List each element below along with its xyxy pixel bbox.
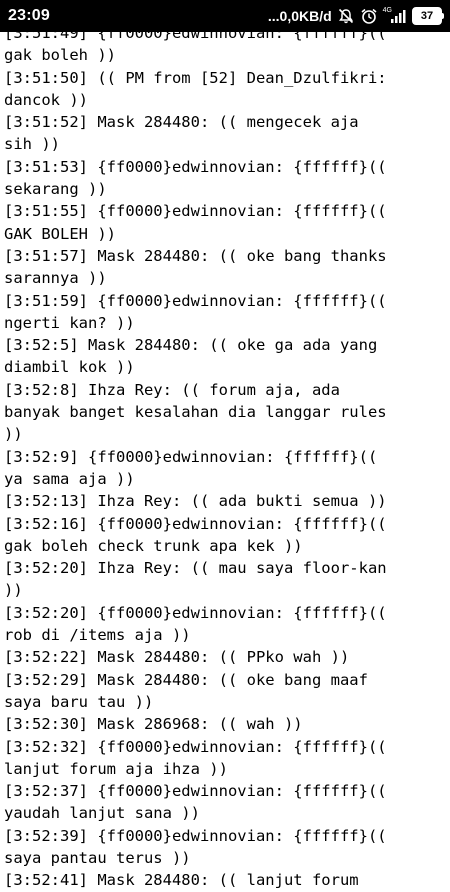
log-line: [3:52:22] Mask 284480: (( PPko wah )) [4,648,350,667]
log-line: )) [4,581,23,600]
log-line: gak boleh check trunk apa kek )) [4,536,303,555]
log-line: [3:52:32] {ff0000}edwinnovian: {ffffff}(… [4,737,387,756]
log-line: [3:51:53] {ff0000}edwinnovian: {ffffff}(… [4,157,387,176]
log-line: rob di /items aja )) [4,626,191,645]
log-line: [3:51:52] Mask 284480: (( mengecek aja [4,113,359,132]
log-line: [3:51:57] Mask 284480: (( oke bang thank… [4,246,387,265]
status-bar: 23:09 ...0,0KB/d 4G 37 [0,0,450,32]
log-line: [3:52:20] {ff0000}edwinnovian: {ffffff}(… [4,603,387,622]
signal-indicator: 4G [383,7,407,25]
log-line: [3:52:30] Mask 286968: (( wah )) [4,715,303,734]
log-line: ya sama aja )) [4,469,135,488]
battery-tip [442,13,444,19]
log-line: )) [4,425,23,444]
log-line: sih )) [4,135,60,154]
status-time: 23:09 [8,7,50,24]
log-line: sarannya )) [4,269,107,288]
chat-log[interactable]: [3:51:49] {ff0000}edwinnovian: {ffffff}(… [4,22,446,892]
signal-icon [389,7,407,25]
mute-icon [337,7,355,25]
log-line: GAK BOLEH )) [4,224,116,243]
log-line: saya baru tau )) [4,692,154,711]
log-line: lanjut forum aja ihza )) [4,759,228,778]
battery-icon: 37 [412,7,444,25]
status-icons: ...0,0KB/d 4G 37 [268,5,444,27]
log-line: [3:52:13] Ihza Rey: (( ada bukti semua )… [4,492,387,511]
log-line: [3:51:50] (( PM from [52] Dean_Dzulfikri… [4,68,387,87]
log-line: dancok )) [4,90,88,109]
log-line: ngerti kan? )) [4,313,135,332]
log-line: [3:52:9] {ff0000}edwinnovian: {ffffff}(( [4,447,378,466]
log-line: [3:52:37] {ff0000}edwinnovian: {ffffff}(… [4,782,387,801]
log-line: [3:52:29] Mask 284480: (( oke bang maaf [4,670,368,689]
log-line: [3:51:55] {ff0000}edwinnovian: {ffffff}(… [4,202,387,221]
log-line: yaudah lanjut sana )) [4,804,200,823]
log-line: banyak banget kesalahan dia langgar rule… [4,403,387,422]
log-line: sekarang )) [4,180,107,199]
network-speed: ...0,0KB/d [267,8,332,24]
log-line: [3:52:39] {ff0000}edwinnovian: {ffffff}(… [4,826,387,845]
battery-level: 37 [412,7,442,25]
log-line: [3:51:59] {ff0000}edwinnovian: {ffffff}(… [4,291,387,310]
alarm-icon [360,7,378,25]
log-line: gak boleh )) [4,46,116,65]
log-line: [3:52:41] Mask 284480: (( lanjut forum [4,871,359,890]
log-line: saya pantau terus )) [4,848,191,867]
log-line: [3:52:20] Ihza Rey: (( mau saya floor-ka… [4,559,387,578]
log-line: diambil kok )) [4,358,135,377]
log-line: [3:52:8] Ihza Rey: (( forum aja, ada [4,380,340,399]
log-line: [3:52:16] {ff0000}edwinnovian: {ffffff}(… [4,514,387,533]
log-line: [3:52:5] Mask 284480: (( oke ga ada yang [4,336,378,355]
